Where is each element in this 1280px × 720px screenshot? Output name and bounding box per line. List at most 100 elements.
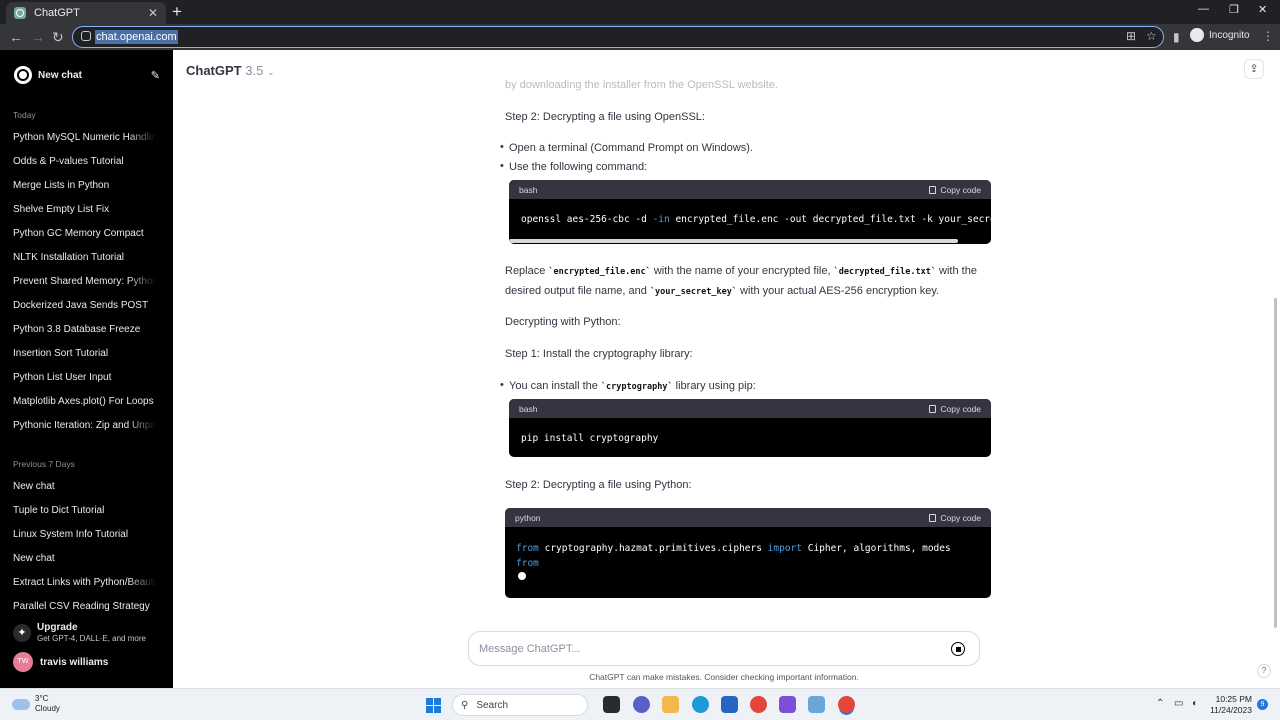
notification-badge[interactable]: 9 bbox=[1257, 699, 1268, 710]
stop-generating-button[interactable] bbox=[951, 642, 965, 656]
history-item[interactable]: Python 3.8 Database Freeze bbox=[13, 324, 156, 335]
clock-date: 11/24/2023 bbox=[1210, 705, 1252, 715]
chrome-icon[interactable] bbox=[750, 696, 767, 713]
paragraph-text: with the name of your encrypted file, bbox=[650, 265, 834, 277]
tray-chevron-up-icon[interactable]: ⌃ bbox=[1156, 698, 1164, 709]
edit-icon[interactable]: ✎ bbox=[151, 69, 160, 82]
minimize-icon[interactable]: — bbox=[1198, 3, 1209, 15]
new-chat-button[interactable]: New chat ✎ bbox=[8, 64, 160, 86]
list-text: You can install the bbox=[509, 380, 601, 392]
code-keyword: from bbox=[516, 558, 539, 569]
code-line: from cryptography.hazmat.primitives.ciph… bbox=[505, 543, 991, 554]
back-arrow-icon[interactable]: ← bbox=[9, 28, 23, 46]
response-list-item: You can install the `cryptography` libra… bbox=[500, 379, 756, 392]
clock-time: 10:25 PM bbox=[1215, 694, 1252, 704]
history-item[interactable]: Tuple to Dict Tutorial bbox=[13, 505, 156, 516]
copy-code-button[interactable]: Copy code bbox=[929, 513, 981, 523]
history-item[interactable]: Dockerized Java Sends POST bbox=[13, 300, 156, 311]
disclaimer-text: ChatGPT can make mistakes. Consider chec… bbox=[589, 672, 859, 682]
code-text: cryptography.hazmat.primitives.ciphers bbox=[538, 543, 768, 554]
history-item[interactable]: Odds & P-values Tutorial bbox=[13, 156, 156, 167]
vpn-app-icon[interactable] bbox=[779, 696, 796, 713]
file-explorer-icon[interactable] bbox=[662, 696, 679, 713]
chatgpt-favicon-icon bbox=[14, 7, 26, 19]
history-item[interactable]: Linux System Info Tutorial bbox=[13, 529, 156, 540]
cloud-icon bbox=[12, 698, 30, 710]
history-item[interactable]: New chat bbox=[13, 553, 156, 564]
windows-taskbar: 3°C Cloudy ⚲ Search ⌃ ▭ ◖ 10:25 PM 11/24… bbox=[0, 688, 1280, 720]
task-view-icon[interactable] bbox=[603, 696, 620, 713]
code-language: bash bbox=[519, 184, 538, 195]
code-block-python: python Copy code from cryptography.hazma… bbox=[505, 508, 991, 598]
code-line: from bbox=[505, 558, 991, 569]
photos-app-icon[interactable] bbox=[808, 696, 825, 713]
browser-menu-icon[interactable]: ⋮ bbox=[1262, 29, 1274, 43]
window-close-icon[interactable]: ✕ bbox=[1258, 3, 1267, 16]
copy-code-button[interactable]: Copy code bbox=[929, 404, 981, 414]
reload-icon[interactable]: ↻ bbox=[52, 28, 64, 46]
history-item[interactable]: Python MySQL Numeric Handling bbox=[13, 132, 156, 143]
response-paragraph: Replace `encrypted_file.enc` with the na… bbox=[505, 262, 995, 302]
share-icon[interactable]: ⇪ bbox=[1244, 59, 1264, 79]
speaker-icon[interactable]: ◖ bbox=[1191, 698, 1197, 709]
model-selector[interactable]: ChatGPT 3.5 ⌄ bbox=[186, 63, 275, 78]
network-icon[interactable]: ▭ bbox=[1174, 698, 1183, 709]
incognito-profile[interactable]: Incognito bbox=[1190, 28, 1250, 42]
new-tab-button[interactable]: + bbox=[172, 2, 182, 22]
site-info-icon[interactable] bbox=[81, 31, 91, 41]
model-version: 3.5 bbox=[245, 63, 264, 78]
openai-logo-icon bbox=[14, 66, 32, 84]
horizontal-scrollbar[interactable] bbox=[509, 239, 958, 243]
history-item[interactable]: Python GC Memory Compact bbox=[13, 228, 156, 239]
history-item[interactable]: NLTK Installation Tutorial bbox=[13, 252, 156, 263]
taskbar-search[interactable]: ⚲ Search bbox=[452, 694, 588, 716]
taskbar-search-label: Search bbox=[476, 699, 509, 711]
user-name: travis williams bbox=[40, 656, 109, 668]
faded-response-text: by downloading the installer from the Op… bbox=[505, 79, 778, 91]
code-line: pip install cryptography bbox=[521, 433, 659, 444]
side-panel-icon[interactable]: ▮ bbox=[1173, 28, 1180, 46]
history-item[interactable]: Prevent Shared Memory: Python bbox=[13, 276, 156, 287]
code-line: openssl aes-256-cbc -d -in encrypted_fil… bbox=[509, 214, 991, 225]
copy-code-button[interactable]: Copy code bbox=[929, 185, 981, 195]
url-text[interactable]: chat.openai.com bbox=[95, 30, 178, 44]
chrome-active-icon[interactable] bbox=[838, 696, 855, 713]
edge-browser-icon[interactable] bbox=[692, 696, 709, 713]
scrollbar-thumb[interactable] bbox=[1274, 298, 1277, 628]
history-item[interactable]: New chat bbox=[13, 481, 156, 492]
install-app-icon[interactable]: ⊞ bbox=[1126, 29, 1136, 43]
close-tab-icon[interactable]: ✕ bbox=[148, 6, 158, 20]
section-label-previous-7-days: Previous 7 Days bbox=[13, 459, 75, 469]
user-menu[interactable]: TW travis williams bbox=[13, 652, 108, 672]
tab-title: ChatGPT bbox=[34, 7, 80, 19]
history-item[interactable]: Extract Links with Python/Beautiful bbox=[13, 577, 156, 588]
history-item[interactable]: Shelve Empty List Fix bbox=[13, 204, 156, 215]
history-item[interactable]: Merge Lists in Python bbox=[13, 180, 156, 191]
list-text: library using pip: bbox=[672, 380, 756, 392]
address-bar[interactable]: chat.openai.com ⊞ ☆ bbox=[72, 26, 1164, 48]
code-text: openssl aes-256-cbc -d bbox=[521, 214, 653, 225]
forward-arrow-icon[interactable]: → bbox=[31, 28, 45, 46]
history-item[interactable]: Pythonic Iteration: Zip and Unpack bbox=[13, 420, 156, 431]
history-item[interactable]: Matplotlib Axes.plot() For Loops bbox=[13, 396, 156, 407]
history-item[interactable]: Parallel CSV Reading Strategy bbox=[13, 601, 156, 612]
code-language: bash bbox=[519, 403, 538, 414]
windows-start-icon[interactable] bbox=[426, 698, 441, 713]
history-item[interactable]: Python List User Input bbox=[13, 372, 156, 383]
upgrade-button[interactable]: ✦ Upgrade Get GPT-4, DALL·E, and more bbox=[13, 622, 146, 643]
copy-code-label: Copy code bbox=[940, 512, 981, 523]
restore-icon[interactable]: ❐ bbox=[1229, 3, 1239, 16]
weather-widget[interactable]: 3°C Cloudy bbox=[12, 694, 60, 714]
system-clock[interactable]: 10:25 PM 11/24/2023 bbox=[1206, 694, 1252, 716]
response-list-item: Open a terminal (Command Prompt on Windo… bbox=[500, 141, 753, 154]
message-input[interactable] bbox=[479, 640, 919, 658]
history-item[interactable]: Insertion Sort Tutorial bbox=[13, 348, 156, 359]
store-icon[interactable] bbox=[721, 696, 738, 713]
browser-tab[interactable]: ChatGPT ✕ bbox=[6, 2, 166, 24]
help-icon[interactable]: ? bbox=[1257, 664, 1271, 678]
chat-app-icon[interactable] bbox=[633, 696, 650, 713]
bookmark-star-icon[interactable]: ☆ bbox=[1146, 29, 1157, 43]
inline-code: `decrypted_file.txt` bbox=[833, 267, 936, 277]
section-label-today: Today bbox=[13, 110, 36, 120]
vertical-scrollbar[interactable] bbox=[1272, 50, 1280, 688]
